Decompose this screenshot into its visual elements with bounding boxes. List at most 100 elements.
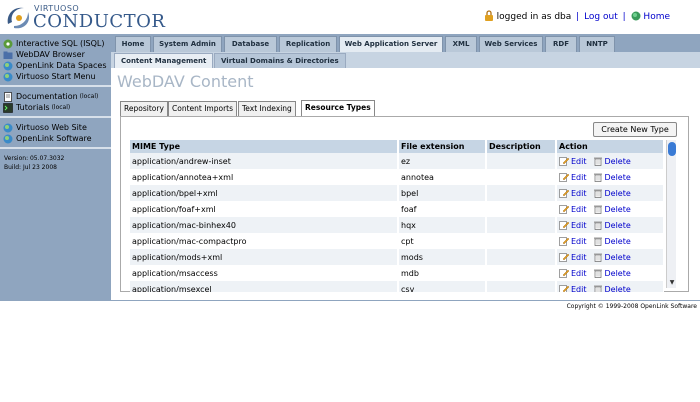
- version-text: Version: 05.07.3032: [4, 155, 65, 162]
- home-link[interactable]: Home: [643, 12, 670, 22]
- separator: |: [576, 12, 580, 22]
- home-globe-icon[interactable]: [631, 11, 641, 21]
- sidebar-group-tools: Interactive SQL (ISQL) WebDAV Browser Op…: [0, 34, 111, 87]
- trash-icon[interactable]: [593, 236, 603, 246]
- action-cell: Edit Delete: [556, 281, 664, 292]
- delete-link[interactable]: Delete: [605, 221, 631, 230]
- trash-icon[interactable]: [593, 156, 603, 166]
- tab-replication[interactable]: Replication: [279, 36, 337, 52]
- column-header-description[interactable]: Description: [486, 140, 557, 153]
- footer: Copyright © 1999-2008 OpenLink Software: [0, 300, 700, 312]
- tab-repository[interactable]: Repository: [120, 101, 168, 116]
- edit-link[interactable]: Edit: [571, 173, 587, 182]
- edit-icon[interactable]: [559, 252, 569, 262]
- edit-link[interactable]: Edit: [571, 221, 587, 230]
- scroll-down-arrow-icon[interactable]: ▼: [668, 279, 676, 287]
- description-cell: [486, 185, 557, 201]
- sidebar-item-tutorials[interactable]: Tutorials (local): [3, 102, 111, 113]
- mime-type-cell: application/mods+xml: [130, 249, 399, 265]
- delete-link[interactable]: Delete: [605, 157, 631, 166]
- sidebar-item-webdav[interactable]: WebDAV Browser: [3, 49, 111, 60]
- user-box: logged in as dba | Log out | Home: [484, 10, 670, 22]
- column-header-mime-type[interactable]: MIME Type: [130, 140, 399, 153]
- tab-xml[interactable]: XML: [445, 36, 477, 52]
- edit-link[interactable]: Edit: [571, 253, 587, 262]
- create-new-type-button[interactable]: Create New Type: [593, 122, 677, 137]
- trash-icon[interactable]: [593, 204, 603, 214]
- edit-icon[interactable]: [559, 220, 569, 230]
- table-scrollbar[interactable]: ▼: [666, 140, 676, 288]
- mime-type-cell: application/foaf+xml: [130, 201, 399, 217]
- tab-nntp[interactable]: NNTP: [579, 36, 615, 52]
- delete-link[interactable]: Delete: [605, 285, 631, 292]
- edit-link[interactable]: Edit: [571, 157, 587, 166]
- trash-icon[interactable]: [593, 252, 603, 262]
- globe-icon: [3, 61, 13, 70]
- sidebar-item-virtuoso-site[interactable]: Virtuoso Web Site: [3, 122, 111, 133]
- table-body: application/andrew-inset ez Edit Delete appl…: [130, 153, 664, 292]
- tab-web-application-server[interactable]: Web Application Server: [339, 36, 443, 52]
- mime-type-cell: application/andrew-inset: [130, 153, 399, 169]
- column-header-file-extension[interactable]: File extension: [398, 140, 487, 153]
- action-cell: Edit Delete: [556, 185, 664, 201]
- mime-type-cell: application/annotea+xml: [130, 169, 399, 185]
- edit-icon[interactable]: [559, 188, 569, 198]
- build-text: Build: Jul 23 2008: [4, 164, 57, 171]
- description-cell: [486, 169, 557, 185]
- edit-link[interactable]: Edit: [571, 285, 587, 292]
- edit-icon[interactable]: [559, 156, 569, 166]
- separator: |: [622, 12, 626, 22]
- sidebar-item-label: Documentation: [16, 92, 78, 101]
- tab-text-indexing[interactable]: Text Indexing: [238, 101, 296, 116]
- sidebar-item-documentation[interactable]: Documentation (local): [3, 91, 111, 102]
- virtuoso-conductor-logo[interactable]: VIRTUOSO CONDUCTOR: [4, 2, 165, 32]
- delete-link[interactable]: Delete: [605, 269, 631, 278]
- logged-in-text: logged in as dba: [496, 12, 572, 22]
- sidebar-item-label: Interactive SQL (ISQL): [16, 39, 105, 48]
- edit-icon[interactable]: [559, 236, 569, 246]
- tab-resource-types[interactable]: Resource Types: [301, 100, 375, 116]
- table-row: application/foaf+xml foaf Edit Delete: [130, 201, 664, 217]
- trash-icon[interactable]: [593, 284, 603, 292]
- edit-link[interactable]: Edit: [571, 205, 587, 214]
- edit-link[interactable]: Edit: [571, 269, 587, 278]
- sidebar-item-start-menu[interactable]: Virtuoso Start Menu: [3, 71, 111, 82]
- trash-icon[interactable]: [593, 188, 603, 198]
- edit-icon[interactable]: [559, 284, 569, 292]
- delete-link[interactable]: Delete: [605, 173, 631, 182]
- header: VIRTUOSO CONDUCTOR logged in as dba | Lo…: [0, 0, 700, 34]
- edit-icon[interactable]: [559, 172, 569, 182]
- tab-virtual-domains[interactable]: Virtual Domains & Directories: [214, 53, 346, 68]
- edit-icon[interactable]: [559, 204, 569, 214]
- trash-icon[interactable]: [593, 268, 603, 278]
- edit-link[interactable]: Edit: [571, 189, 587, 198]
- description-cell: [486, 153, 557, 169]
- action-cell: Edit Delete: [556, 217, 664, 233]
- lock-icon: [484, 10, 493, 21]
- description-cell: [486, 233, 557, 249]
- edit-link[interactable]: Edit: [571, 237, 587, 246]
- sidebar-item-openlink[interactable]: OpenLink Software: [3, 133, 111, 144]
- tab-home[interactable]: Home: [115, 36, 151, 52]
- sidebar-item-ods[interactable]: OpenLink Data Spaces: [3, 60, 111, 71]
- column-header-action: Action: [556, 140, 664, 153]
- edit-icon[interactable]: [559, 268, 569, 278]
- sidebar-item-label: Tutorials: [16, 103, 50, 112]
- delete-link[interactable]: Delete: [605, 205, 631, 214]
- trash-icon[interactable]: [593, 220, 603, 230]
- tab-web-services[interactable]: Web Services: [479, 36, 543, 52]
- sidebar-item-label: Virtuoso Start Menu: [16, 72, 96, 81]
- tab-rdf[interactable]: RDF: [545, 36, 577, 52]
- delete-link[interactable]: Delete: [605, 253, 631, 262]
- tab-content-imports[interactable]: Content Imports: [168, 101, 238, 116]
- trash-icon[interactable]: [593, 172, 603, 182]
- file-extension-cell: cpt: [398, 233, 487, 249]
- sidebar-item-isql[interactable]: Interactive SQL (ISQL): [3, 38, 111, 49]
- logout-link[interactable]: Log out: [584, 12, 618, 22]
- tab-content-management[interactable]: Content Management: [114, 53, 214, 68]
- tab-system-admin[interactable]: System Admin: [153, 36, 222, 52]
- delete-link[interactable]: Delete: [605, 237, 631, 246]
- delete-link[interactable]: Delete: [605, 189, 631, 198]
- scrollbar-thumb[interactable]: [668, 142, 676, 156]
- tab-database[interactable]: Database: [224, 36, 277, 52]
